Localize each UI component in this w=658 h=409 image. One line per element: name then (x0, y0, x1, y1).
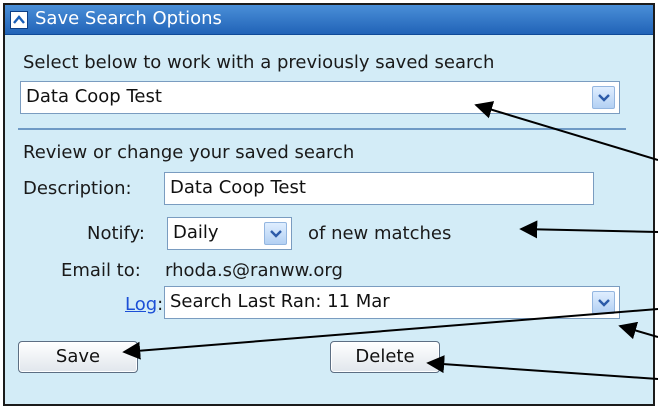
arrow-to-delete (426, 355, 658, 380)
arrow-to-log (618, 321, 658, 340)
annotation-arrows (122, 101, 658, 380)
arrow-to-save (122, 308, 658, 360)
arrow-to-saved-search (474, 101, 658, 161)
arrow-to-notify (519, 220, 658, 239)
